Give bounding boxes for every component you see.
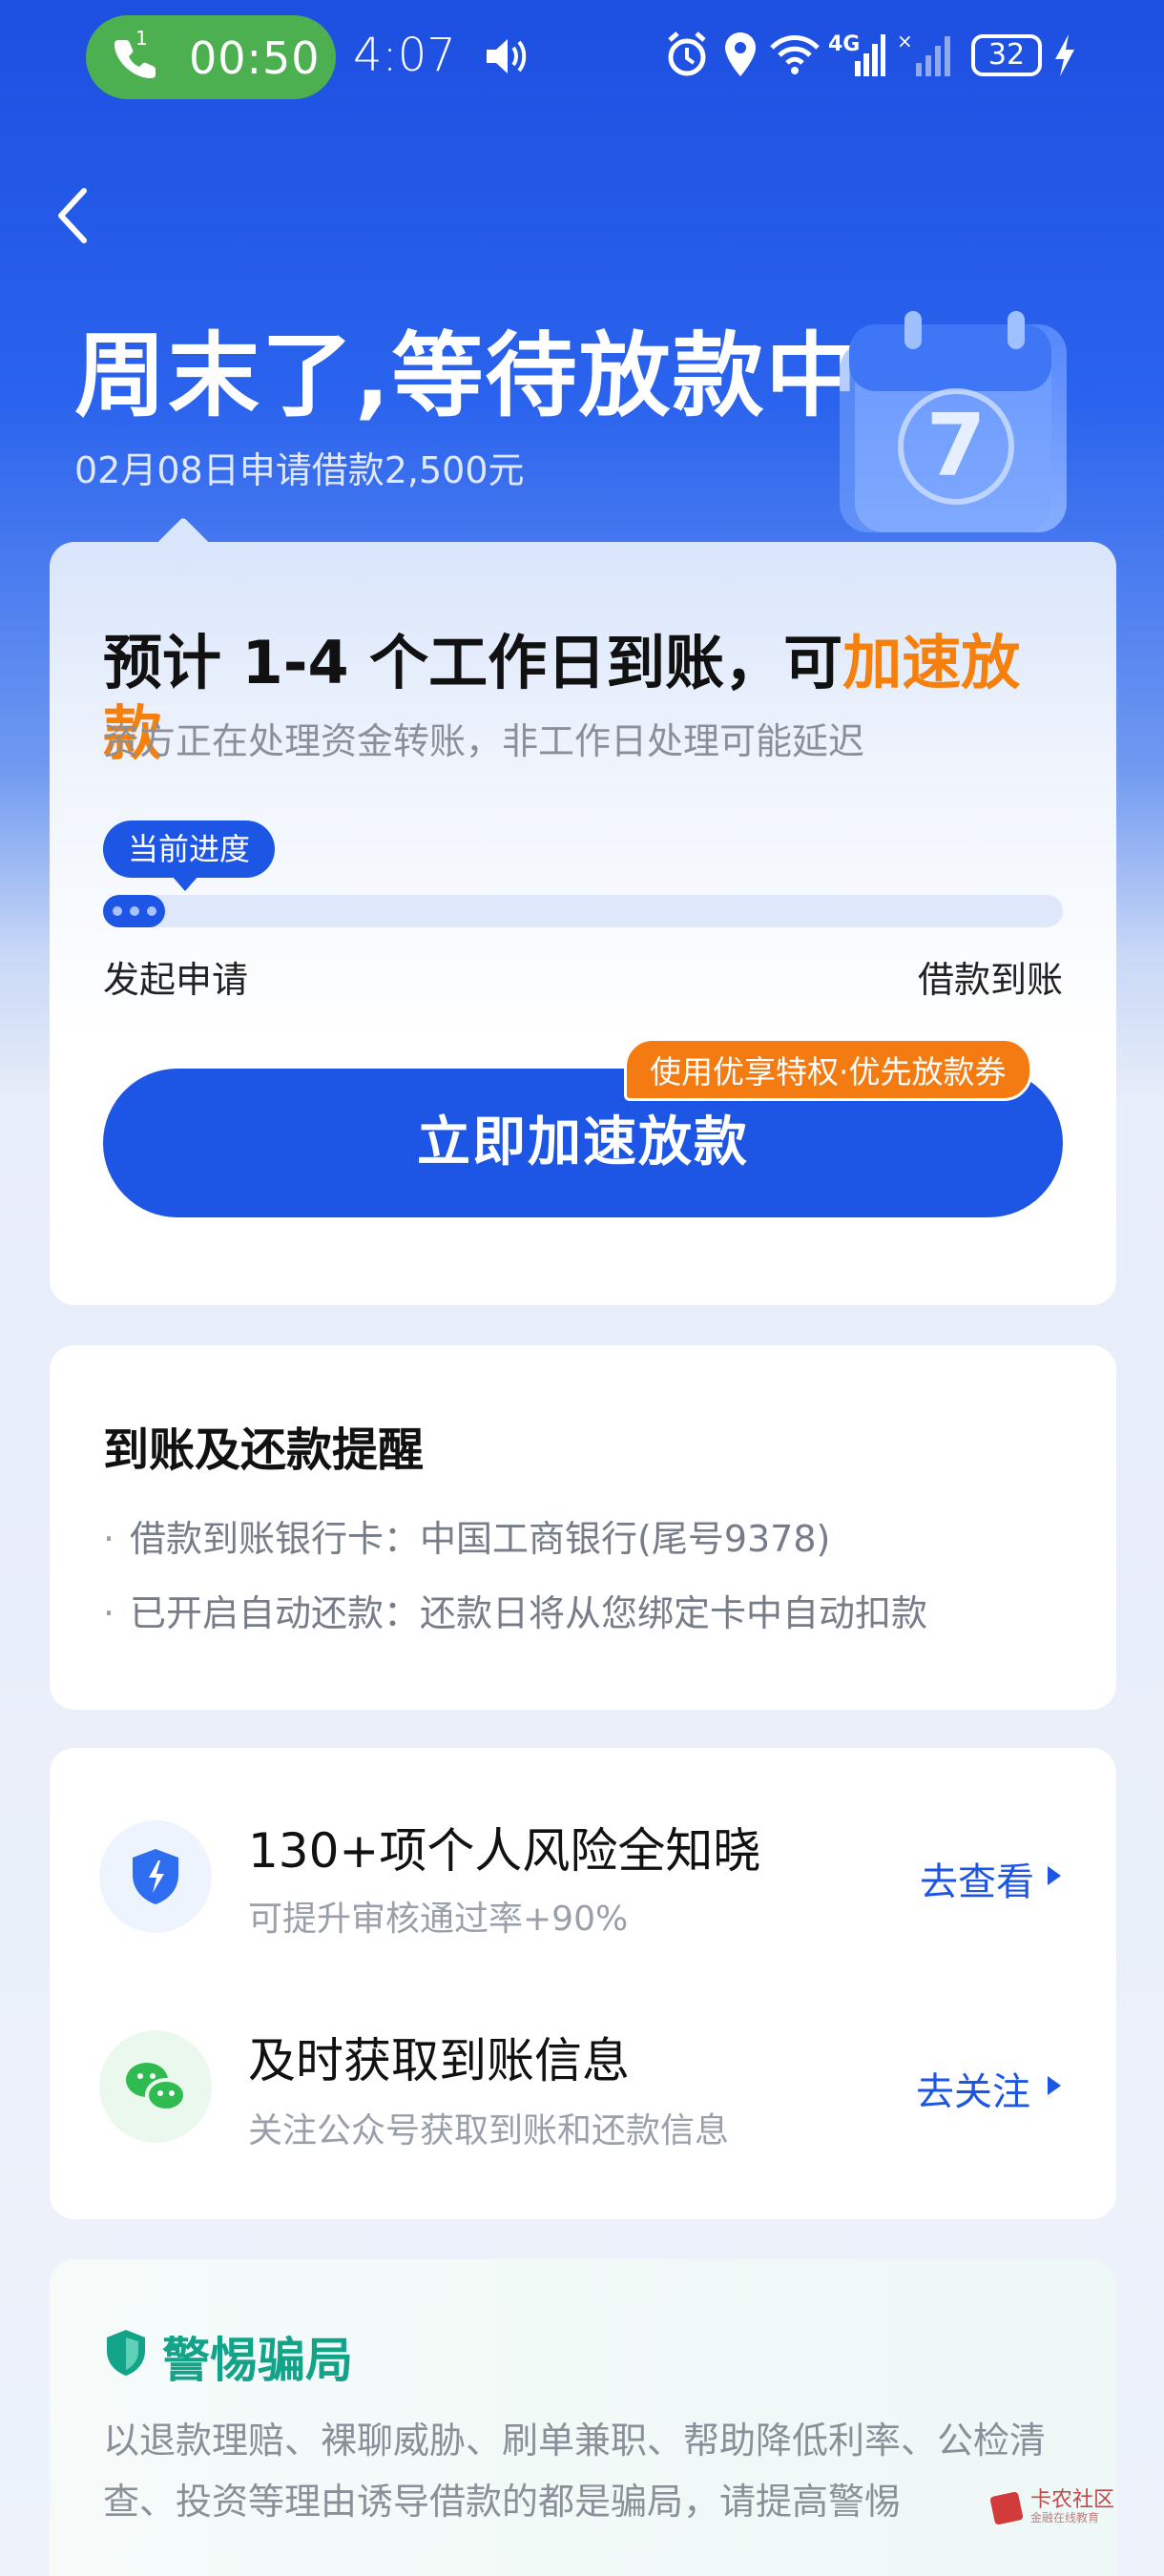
feature-subtitle: 关注公众号获取到账和还款信息 <box>248 2111 730 2150</box>
progress-dot <box>112 906 122 916</box>
follow-account-link[interactable]: 去关注 <box>916 2061 1030 2116</box>
feature-subtitle: 可提升审核通过率+90% <box>248 1900 629 1939</box>
status-clock: 4:07 <box>353 29 456 82</box>
svg-text:7: 7 <box>926 396 987 496</box>
status-bar: 1 00:50 4:07 4G × 32 <box>0 0 1164 114</box>
loan-progress-card: 预计 1-4 个工作日到账，可加速放款 资方正在处理资金转账，非工作日处理可能延… <box>50 516 1116 1305</box>
fraud-warning-card: 警惕骗局 以退款理赔、裸聊威胁、刷单兼职、帮助降低利率、公检清查、投资等理由诱导… <box>50 2259 1116 2576</box>
bullet-icon: · <box>103 1518 115 1560</box>
call-sim-label: 1 <box>135 27 148 50</box>
reminder-item: · 借款到账银行卡：中国工商银行(尾号9378) <box>103 1509 830 1562</box>
location-icon <box>725 32 756 76</box>
progress-dot <box>146 906 156 916</box>
bullet-icon: · <box>103 1592 115 1634</box>
fraud-warning-text: 以退款理赔、裸聊威胁、刷单兼职、帮助降低利率、公检清查、投资等理由诱导借款的都是… <box>103 2420 1047 2523</box>
play-arrow-icon <box>1048 2076 1061 2095</box>
reminder-item-text: 已开启自动还款：还款日将从您绑定卡中自动扣款 <box>130 1592 928 1634</box>
wifi-icon <box>770 35 820 74</box>
feature-list-card: 130+项个人风险全知晓 可提升审核通过率+90% 去查看 及时获取到账信息 关… <box>50 1748 1116 2219</box>
step-start-label: 发起申请 <box>103 959 249 1001</box>
reminder-item: · 已开启自动还款：还款日将从您绑定卡中自动扣款 <box>103 1584 927 1636</box>
feature-title: 及时获取到账信息 <box>248 2033 630 2088</box>
fraud-warning-title: 警惕骗局 <box>162 2333 353 2388</box>
eta-text: 预计 1-4 个工作日到账，可 <box>103 628 843 697</box>
feature-title: 130+项个人风险全知晓 <box>248 1823 761 1879</box>
reminder-item-text: 借款到账银行卡：中国工商银行(尾号9378) <box>130 1518 831 1560</box>
speaker-icon <box>487 39 527 73</box>
signal-no-sim-icon: × <box>897 30 950 76</box>
calendar-illustration-icon: 7 <box>840 311 1067 532</box>
progress-fill <box>103 895 165 927</box>
priority-coupon-badge: 使用优享特权·优先放款券 <box>624 1038 1032 1101</box>
page-title: 周末了,等待放款中 <box>74 322 860 429</box>
wechat-icon <box>99 2030 212 2143</box>
reminder-title: 到账及还款提醒 <box>103 1423 425 1477</box>
loan-application-summary: 02月08日申请借款2,500元 <box>74 449 525 491</box>
progress-dot <box>129 906 139 916</box>
back-arrow-icon[interactable] <box>50 183 95 248</box>
step-end-label: 借款到账 <box>917 959 1063 1001</box>
call-timer: 00:50 <box>189 32 321 84</box>
eta-subtext: 资方正在处理资金转账，非工作日处理可能延迟 <box>103 720 865 762</box>
watermark-subtext: 金融在线教育 <box>1030 2511 1100 2524</box>
signal-icon <box>855 34 885 76</box>
progress-track <box>103 895 1063 927</box>
svg-text:×: × <box>897 30 913 52</box>
shield-warning-icon <box>107 2330 145 2376</box>
arrival-repayment-reminder-card: 到账及还款提醒 · 借款到账银行卡：中国工商银行(尾号9378) · 已开启自动还款… <box>50 1345 1116 1710</box>
current-progress-tag: 当前进度 <box>103 821 276 891</box>
ongoing-call-pill[interactable]: 1 00:50 <box>86 15 336 99</box>
view-risk-link[interactable]: 去查看 <box>920 1851 1034 1906</box>
charging-icon <box>1055 34 1074 76</box>
battery-indicator: 32 <box>971 34 1042 76</box>
card-pointer <box>156 516 211 571</box>
shield-bolt-icon <box>99 1820 212 1933</box>
play-arrow-icon <box>1048 1866 1061 1885</box>
alarm-icon <box>668 31 706 76</box>
